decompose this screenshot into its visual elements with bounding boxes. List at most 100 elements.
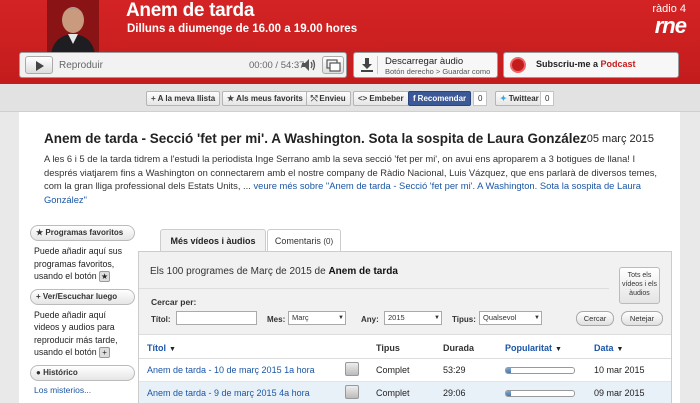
star-icon: ★ xyxy=(36,228,46,237)
favorites-label: Als meus favorits xyxy=(236,94,303,103)
plus-button-icon: + xyxy=(99,347,111,359)
row-date: 09 mar 2015 xyxy=(594,388,645,398)
presenter-photo xyxy=(47,0,99,53)
panel-heading-prefix: Els 100 programes de Març de 2015 de xyxy=(150,266,329,277)
sort-arrow-icon: ▼ xyxy=(555,346,562,353)
popout-player-button[interactable] xyxy=(322,56,344,74)
row-date: 10 mar 2015 xyxy=(594,365,645,375)
sort-arrow-icon: ▼ xyxy=(616,346,624,353)
play-button[interactable] xyxy=(25,56,53,74)
favorites-programs-header[interactable]: ★ Programas favoritos xyxy=(30,225,135,241)
program-schedule: Dilluns a diumenge de 16.00 a 19.00 hore… xyxy=(127,23,358,35)
podcast-label: Subscriu-me a Podcast xyxy=(536,59,636,69)
brand-name: rne xyxy=(654,13,687,38)
sidebar: ★ Programas favoritos Puede añadir aquí … xyxy=(30,225,135,403)
download-icon xyxy=(358,56,378,74)
month-filter-select[interactable]: Març xyxy=(288,311,346,325)
podcast-label-highlight: Podcast xyxy=(600,59,636,69)
recommend-count: 0 xyxy=(473,91,488,106)
title-filter-label: Títol: xyxy=(151,315,171,324)
all-videos-audios-button[interactable]: Tots els vídeos i els àudios xyxy=(619,267,660,304)
row-title-link[interactable]: Anem de tarda - 10 de març 2015 1a hora xyxy=(147,365,315,375)
star-button-icon: ★ xyxy=(99,271,111,283)
tweet-label: Twittear xyxy=(508,94,539,103)
type-filter-select[interactable]: Qualsevol xyxy=(479,311,542,325)
download-icon[interactable] xyxy=(345,362,359,376)
watch-later-help: Puede añadir aquí videos y audios para r… xyxy=(30,305,135,365)
column-popularity-header[interactable]: Popularitat ▼ xyxy=(505,343,562,353)
title-filter-input[interactable] xyxy=(176,311,257,325)
panel-heading: Els 100 programes de Març de 2015 de Ane… xyxy=(150,266,398,277)
add-to-favorites-button[interactable]: ★ Als meus favorits xyxy=(222,91,308,106)
star-icon: ★ xyxy=(227,94,235,103)
tab-more-videos-audios[interactable]: Més vídeos i àudios xyxy=(160,229,266,252)
twitter-icon: ✦ xyxy=(500,94,507,103)
embed-button[interactable]: <> Embeber xyxy=(353,91,409,106)
table-row: Anem de tarda - 9 de març 2015 4a hora C… xyxy=(139,382,671,403)
play-time: 00:00 / 54:37 xyxy=(249,60,305,71)
favorites-help: Puede añadir aquí sus programas favorito… xyxy=(30,241,135,289)
row-type: Complet xyxy=(376,388,410,398)
divider xyxy=(139,288,609,289)
volume-icon[interactable] xyxy=(301,58,317,72)
podcast-label-text: Subscriu-me a xyxy=(536,59,601,69)
column-duration-header: Durada xyxy=(443,343,475,353)
comments-count: (0) xyxy=(323,237,334,246)
download-hint: Botón derecho > Guardar como xyxy=(385,67,491,76)
column-title-label: Títol xyxy=(147,343,166,353)
history-icon: ● xyxy=(36,367,44,377)
facebook-recommend-button[interactable]: f Recomendar xyxy=(408,91,472,106)
column-date-header[interactable]: Data ▼ xyxy=(594,343,623,353)
tab-comments[interactable]: Comentaris (0) xyxy=(267,229,341,252)
twitter-tweet-button[interactable]: ✦ Twittear xyxy=(495,91,544,106)
search-by-label: Cercar per: xyxy=(151,297,197,307)
plus-icon: + xyxy=(36,291,43,301)
table-row: Anem de tarda - 10 de març 2015 1a hora … xyxy=(139,359,671,382)
popularity-bar xyxy=(505,390,575,397)
history-header[interactable]: ● Histórico xyxy=(30,364,135,381)
comments-label: Comentaris xyxy=(274,236,321,246)
row-title-link[interactable]: Anem de tarda - 9 de març 2015 4a hora xyxy=(147,388,310,398)
popularity-fill xyxy=(506,368,511,373)
add-to-my-list-button[interactable]: + A la meva llista xyxy=(146,91,221,106)
year-filter-select[interactable]: 2015 xyxy=(384,311,442,325)
send-button[interactable]: ⤲ Envieu xyxy=(306,91,351,106)
row-type: Complet xyxy=(376,365,410,375)
audio-player: Reproduir 00:00 / 54:37 xyxy=(19,52,347,78)
history-head-label: Histórico xyxy=(43,367,78,377)
radio4-rne-logo[interactable]: ràdio 4 rne xyxy=(636,3,687,38)
download-icon[interactable] xyxy=(345,385,359,399)
podcast-icon xyxy=(510,57,526,73)
play-label: Reproduir xyxy=(59,60,103,71)
download-title: Descarregar àudio xyxy=(385,56,464,67)
watch-head-label: Ver/Escuchar luego xyxy=(42,291,118,301)
row-duration: 29:06 xyxy=(443,388,466,398)
sort-arrow-icon: ▼ xyxy=(169,346,176,353)
year-filter-label: Any: xyxy=(361,315,379,324)
send-label: Envieu xyxy=(319,94,346,103)
column-date-label: Data xyxy=(594,343,614,353)
facebook-icon: f xyxy=(413,94,416,103)
history-item-link[interactable]: Los misterios... xyxy=(30,381,135,399)
month-filter-label: Mes: xyxy=(267,315,286,324)
popularity-bar xyxy=(505,367,575,374)
program-header: Anem de tarda Dilluns a diumenge de 16.0… xyxy=(0,0,700,84)
podcast-subscribe-button[interactable]: Subscriu-me a Podcast xyxy=(503,52,679,78)
programs-table: Títol ▼ Tipus Durada Popularitat ▼ Data ▼ A… xyxy=(139,334,671,403)
episode-description: A les 6 i 5 de la tarda tidrem a l'estud… xyxy=(44,152,664,206)
clear-button[interactable]: Netejar xyxy=(621,311,663,326)
plus-icon: + xyxy=(151,94,156,103)
episode-title: Anem de tarda - Secció 'fet per mi'. A W… xyxy=(44,131,587,146)
panel-heading-program: Anem de tarda xyxy=(328,266,398,277)
program-title: Anem de tarda xyxy=(126,0,255,21)
episode-date: 05 març 2015 xyxy=(586,133,654,145)
search-button[interactable]: Cercar xyxy=(576,311,614,326)
embed-label: Embeber xyxy=(369,94,404,103)
download-audio-button[interactable]: Descarregar àudio Botón derecho > Guarda… xyxy=(353,52,498,78)
programs-panel: Els 100 programes de Març de 2015 de Ane… xyxy=(138,251,672,403)
column-title-header[interactable]: Títol ▼ xyxy=(147,343,176,353)
row-duration: 53:29 xyxy=(443,365,466,375)
watch-later-header[interactable]: + Ver/Escuchar luego xyxy=(30,288,135,305)
column-type-header: Tipus xyxy=(376,343,400,353)
my-list-label: A la meva llista xyxy=(157,94,216,103)
